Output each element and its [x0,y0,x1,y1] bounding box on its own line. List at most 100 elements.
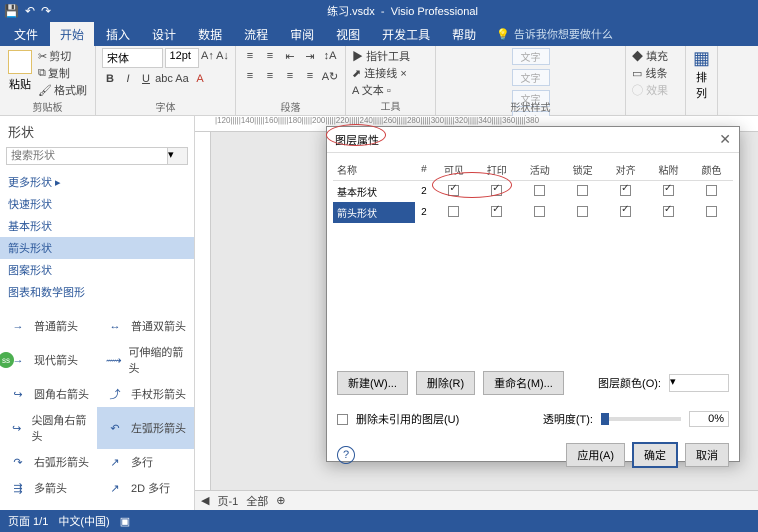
checkbox[interactable] [620,185,631,196]
rotate-text-icon[interactable]: A↻ [322,68,338,84]
save-icon[interactable]: 💾 [4,4,19,18]
line-button[interactable]: ▭ 线条 [632,65,679,81]
cancel-button[interactable]: 取消 [685,443,729,467]
remove-layer-button[interactable]: 删除(R) [416,371,475,395]
grow-font-icon[interactable]: A↑ [201,48,214,64]
shape-item[interactable]: ↪圆角右箭头 [0,381,97,407]
align-right-icon[interactable]: ≡ [282,68,298,84]
search-input[interactable] [6,147,168,165]
shape-item[interactable]: ↷右弧形箭头 [0,449,97,475]
tell-me[interactable]: 💡告诉我你想要做什么 [496,26,613,42]
style-preset[interactable]: 文字 [512,48,550,65]
ribbon-tab[interactable]: 流程 [234,22,278,47]
italic-button[interactable]: I [120,71,136,87]
new-layer-button[interactable]: 新建(W)... [337,371,408,395]
effects-button[interactable]: ◯ 效果 [632,82,679,98]
format-painter-button[interactable]: 🖌格式刷 [38,82,87,98]
strike-button[interactable]: abc [156,71,172,87]
copy-button[interactable]: ⧉复制 [38,65,87,81]
stencil-category[interactable]: 更多形状 ▸ [0,171,194,193]
justify-icon[interactable]: ≡ [302,68,318,84]
fill-button[interactable]: ◆ 填充 [632,48,679,64]
apply-button[interactable]: 应用(A) [566,443,625,467]
prev-page-icon[interactable]: ◀ [201,494,209,507]
text-tool[interactable]: A 文本 ▫ [352,82,429,98]
pointer-tool[interactable]: ▶ 指针工具 [352,48,429,64]
all-pages[interactable]: 全部 [246,493,268,509]
delete-unused-checkbox[interactable] [337,414,348,425]
checkbox[interactable] [620,206,631,217]
shape-item[interactable]: →普通箭头 [0,313,97,339]
shape-item[interactable]: →现代箭头 [0,339,97,381]
layer-row[interactable]: 箭头形状2 [333,202,733,223]
ribbon-tab[interactable]: 帮助 [442,22,486,47]
close-icon[interactable]: ✕ [719,131,731,148]
shape-item[interactable]: ↪尖圆角右箭头 [0,407,97,449]
case-button[interactable]: Aa [174,71,190,87]
checkbox[interactable] [577,206,588,217]
bold-button[interactable]: B [102,71,118,87]
cut-button[interactable]: ✂剪切 [38,48,87,64]
stencil-category[interactable]: 基本形状 [0,215,194,237]
record-icon[interactable]: ▣ [120,515,130,528]
stencil-category[interactable]: 快速形状 [0,193,194,215]
rename-layer-button[interactable]: 重命名(M)... [483,371,564,395]
align-center-icon[interactable]: ≡ [262,68,278,84]
connector-tool[interactable]: ⬈ 连接线 × [352,65,429,81]
checkbox[interactable] [663,185,674,196]
checkbox[interactable] [491,185,502,196]
style-preset[interactable]: 文字 [512,69,550,86]
ribbon-tab[interactable]: 审阅 [280,22,324,47]
font-name-select[interactable]: 宋体 [102,48,163,68]
shape-item[interactable]: ⇶多箭头 [0,475,97,501]
checkbox[interactable] [706,185,717,196]
transparency-value[interactable]: 0% [689,411,729,427]
ribbon-tab[interactable]: 开始 [50,22,94,47]
shrink-font-icon[interactable]: A↓ [216,48,229,64]
shape-item[interactable]: ⤴手杖形箭头 [97,381,194,407]
arrange-icon[interactable]: ▦ [692,48,711,69]
ribbon-tab[interactable]: 开发工具 [372,22,440,47]
add-page-icon[interactable]: ⊕ [276,494,285,507]
numbering-icon[interactable]: ≡ [262,48,278,64]
stencil-category[interactable]: 图表和数学图形 [0,281,194,303]
undo-icon[interactable]: ↶ [25,4,35,18]
align-left-icon[interactable]: ≡ [242,68,258,84]
checkbox[interactable] [491,206,502,217]
redo-icon[interactable]: ↷ [41,4,51,18]
paste-button[interactable]: 粘贴 [6,48,34,98]
stencil-category[interactable]: 箭头形状 [0,237,194,259]
ribbon-tab[interactable]: 文件 [4,22,48,47]
font-size-select[interactable]: 12pt [165,48,199,68]
checkbox[interactable] [448,206,459,217]
shape-item[interactable]: ↔普通双箭头 [97,313,194,339]
checkbox[interactable] [448,185,459,196]
shape-item[interactable]: ↶左弧形箭头 [97,407,194,449]
outdent-icon[interactable]: ⇤ [282,48,298,64]
shape-item[interactable]: ↗多行 [97,449,194,475]
help-icon[interactable]: ? [337,446,355,464]
indent-icon[interactable]: ⇥ [302,48,318,64]
checkbox[interactable] [534,206,545,217]
ribbon-tab[interactable]: 视图 [326,22,370,47]
ribbon-tab[interactable]: 设计 [142,22,186,47]
bullets-icon[interactable]: ≡ [242,48,258,64]
search-dropdown[interactable]: ▾ [168,147,188,165]
font-color-button[interactable]: A [192,71,208,87]
checkbox[interactable] [577,185,588,196]
stencil-category[interactable]: 图案形状 [0,259,194,281]
layer-color-select[interactable]: ▾ [669,374,729,392]
checkbox[interactable] [534,185,545,196]
ribbon-tab[interactable]: 插入 [96,22,140,47]
page-tab[interactable]: 页-1 [217,493,238,509]
checkbox[interactable] [663,206,674,217]
shape-item[interactable]: ⟿可伸缩的箭头 [97,339,194,381]
underline-button[interactable]: U [138,71,154,87]
checkbox[interactable] [706,206,717,217]
shape-item[interactable]: ↗2D 多行 [97,475,194,501]
layer-row[interactable]: 基本形状2 [333,181,733,203]
ribbon-tab[interactable]: 数据 [188,22,232,47]
ok-button[interactable]: 确定 [633,443,677,467]
spacing-icon[interactable]: ↕A [322,48,338,64]
transparency-slider[interactable] [601,417,681,421]
